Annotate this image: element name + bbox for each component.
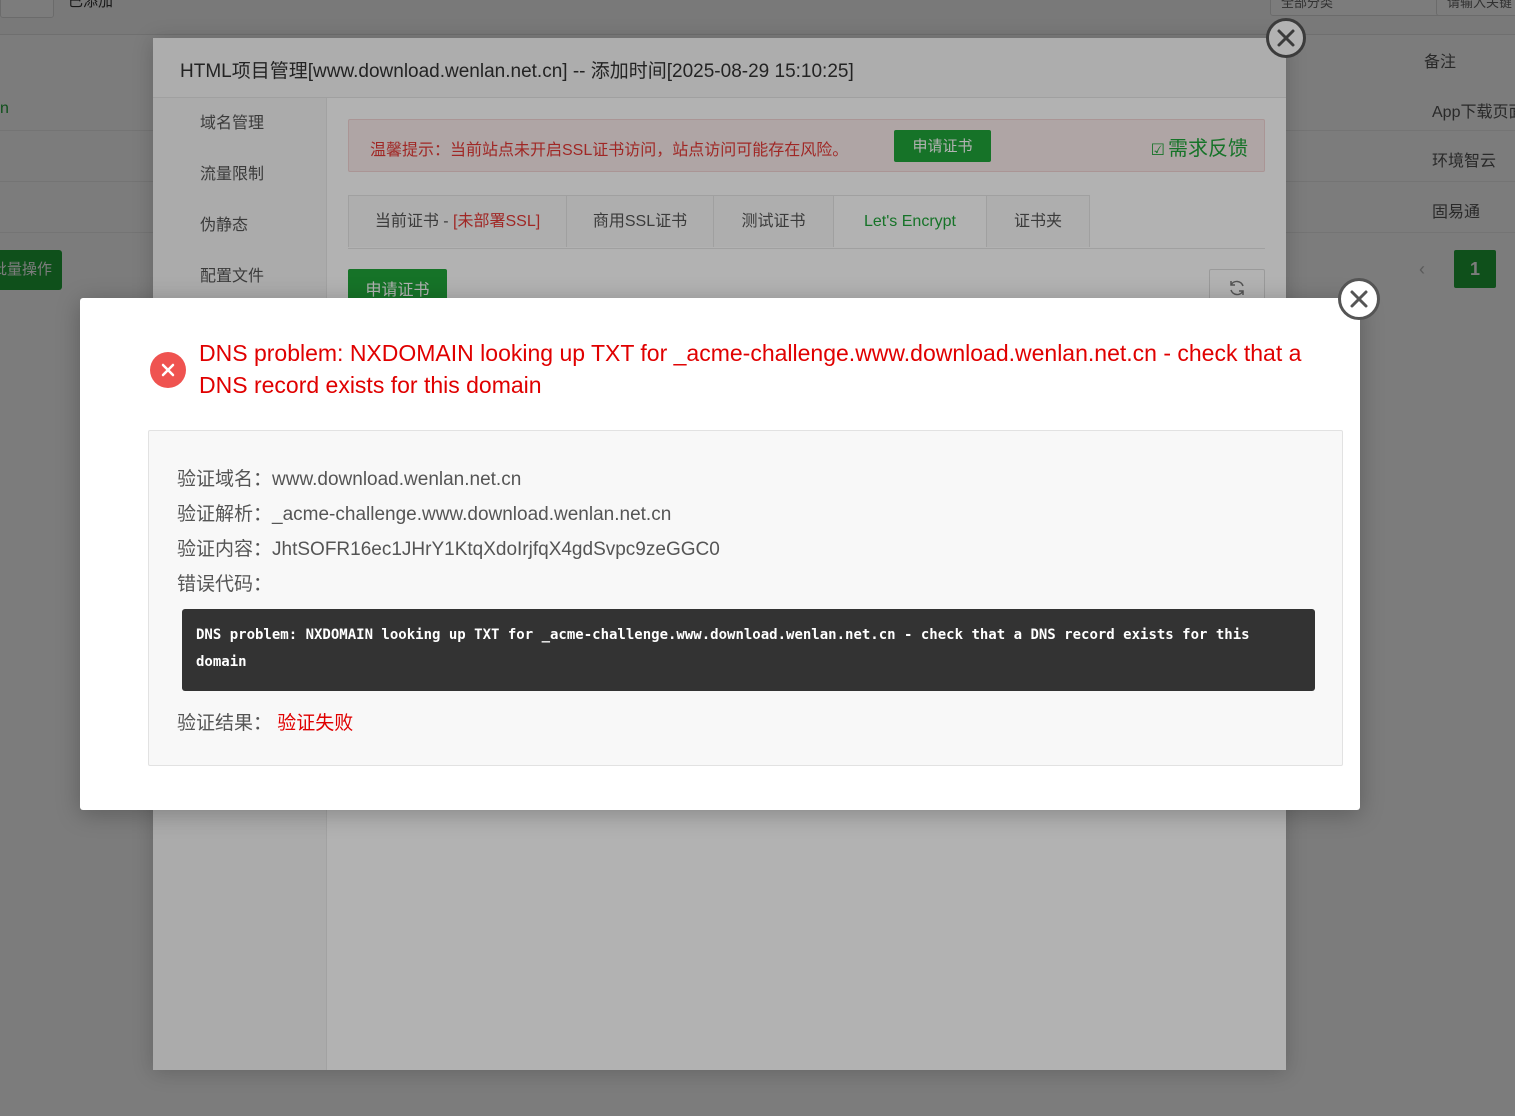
verify-result-value: 验证失败 [277, 713, 354, 734]
verify-domain-line: 验证域名：www.download.wenlan.net.cn [177, 464, 521, 491]
verify-domain-value: www.download.wenlan.net.cn [272, 469, 522, 490]
error-icon [150, 352, 186, 388]
verify-result-label: 验证结果： [177, 713, 273, 734]
error-code-block: DNS problem: NXDOMAIN looking up TXT for… [182, 609, 1315, 691]
verify-info-box: 验证域名：www.download.wenlan.net.cn 验证解析：_ac… [148, 430, 1343, 766]
verify-content-line: 验证内容：JhtSOFR16ec1JHrY1KtqXdoIrjfqX4gdSvp… [177, 534, 720, 561]
error-title: DNS problem: NXDOMAIN looking up TXT for… [199, 340, 1302, 398]
verify-record-value: _acme-challenge.www.download.wenlan.net.… [272, 504, 672, 525]
verify-domain-label: 验证域名： [177, 469, 273, 490]
verify-result-line: 验证结果： 验证失败 [177, 708, 353, 735]
error-dialog-close-button[interactable] [1338, 278, 1380, 320]
dns-error-dialog: DNS problem: NXDOMAIN looking up TXT for… [80, 278, 1380, 810]
verify-content-value: JhtSOFR16ec1JHrY1KtqXdoIrjfqX4gdSvpc9zeG… [272, 539, 720, 560]
verify-record-line: 验证解析：_acme-challenge.www.download.wenlan… [177, 499, 671, 526]
close-icon [1350, 290, 1368, 308]
verify-record-label: 验证解析： [177, 504, 273, 525]
verify-content-label: 验证内容： [177, 539, 273, 560]
error-code-label: 错误代码： [177, 574, 273, 595]
